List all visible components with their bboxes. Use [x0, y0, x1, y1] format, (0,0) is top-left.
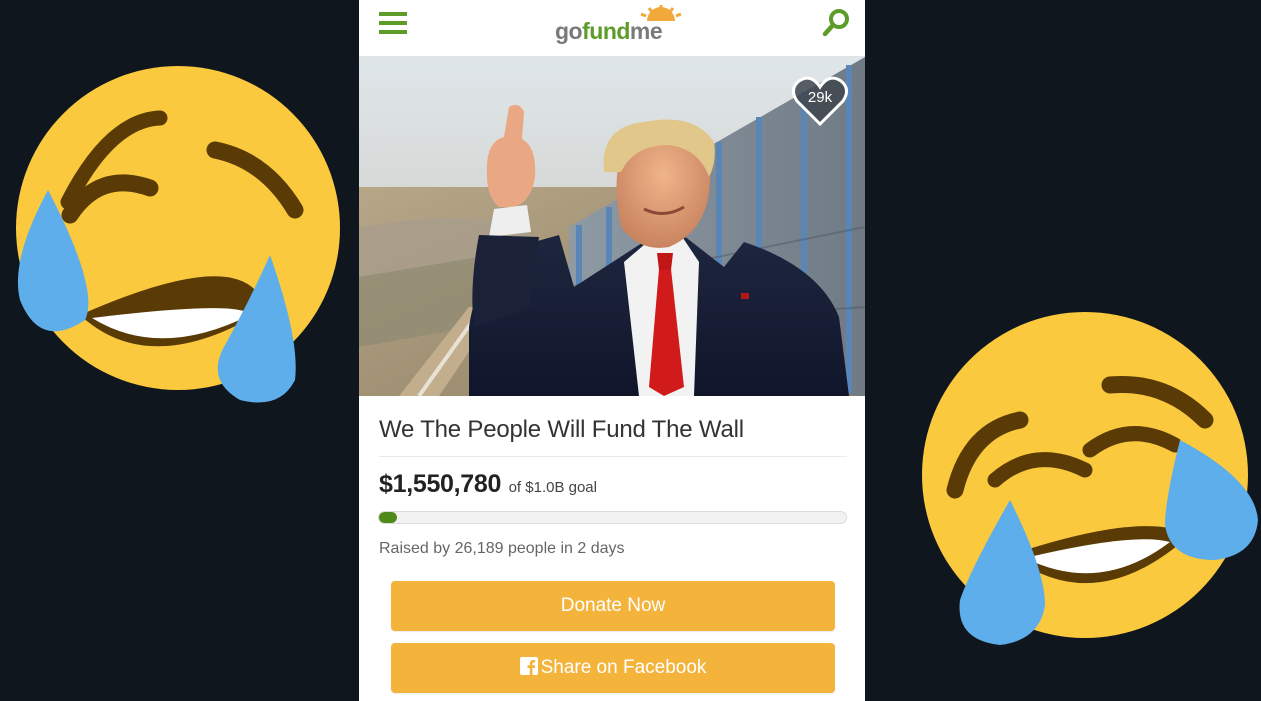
likes-badge[interactable]: 29k	[791, 75, 849, 127]
facebook-icon	[519, 657, 538, 675]
raised-amount: $1,550,780	[379, 470, 502, 498]
goal-text: of $1.0B goal	[508, 479, 597, 496]
hamburger-menu-icon[interactable]	[379, 10, 409, 36]
laughing-emoji-right	[922, 312, 1258, 645]
gofundme-logo[interactable]: gofundme	[555, 4, 695, 46]
donate-now-button[interactable]: Donate Now	[391, 581, 835, 631]
funding-progress-fill	[379, 512, 397, 523]
share-on-facebook-button[interactable]: Share on Facebook	[391, 643, 835, 693]
top-navigation-bar: gofundme	[359, 0, 865, 57]
gofundme-mobile-page: gofundme 29k We The People Will Fund The…	[359, 0, 865, 701]
logo-wordmark: gofundme	[555, 18, 663, 44]
funding-progress-bar	[378, 511, 847, 524]
campaign-hero-image: 29k	[359, 57, 865, 396]
likes-count: 29k	[807, 89, 833, 106]
campaign-title: We The People Will Fund The Wall	[379, 416, 744, 443]
title-divider	[379, 456, 847, 457]
border-wall-photo	[359, 57, 865, 396]
raised-by-text: Raised by 26,189 people in 2 days	[379, 540, 625, 557]
share-button-label: Share on Facebook	[540, 657, 707, 678]
donate-button-label: Donate Now	[560, 595, 666, 616]
funding-summary: $1,550,780 of $1.0B goal	[379, 470, 597, 499]
search-icon[interactable]	[821, 8, 851, 38]
laughing-emoji-left	[16, 66, 340, 403]
